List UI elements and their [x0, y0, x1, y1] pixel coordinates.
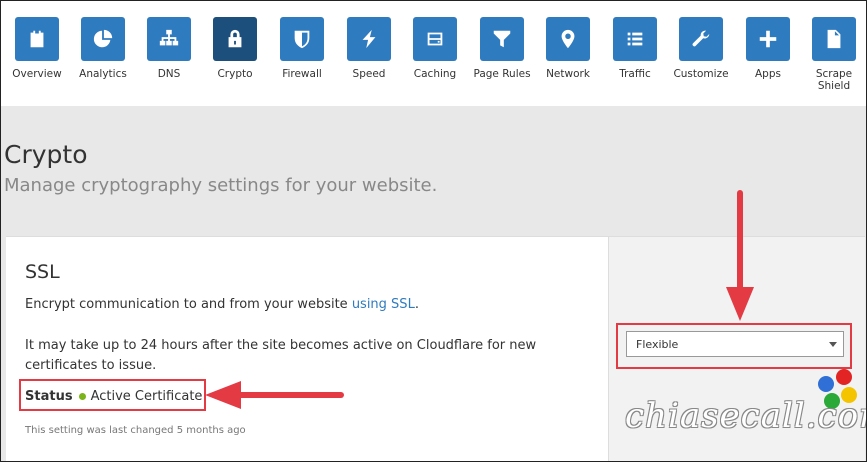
plus-icon: [746, 17, 790, 61]
shield-icon: [280, 17, 324, 61]
network-tree-icon: [147, 17, 191, 61]
nav-label: Network: [546, 68, 590, 80]
nav-item-apps[interactable]: Apps: [735, 17, 801, 80]
screenshot-frame: Overview Analytics DNS Crypto Firewall S…: [0, 0, 867, 462]
status-label: Status: [25, 389, 73, 404]
nav-label: Overview: [12, 68, 62, 80]
ssl-mode-value: Flexible: [636, 337, 679, 351]
status-dot-icon: [78, 393, 86, 400]
nav-label: Caching: [413, 68, 457, 80]
last-changed-text: This setting was last changed 5 months a…: [25, 425, 246, 436]
nav-item-network[interactable]: Network: [535, 17, 601, 80]
nav-item-traffic[interactable]: Traffic: [602, 17, 668, 80]
page-title: Crypto: [4, 140, 88, 169]
list-icon: [613, 17, 657, 61]
nav-label: Customize: [673, 68, 729, 80]
nav-item-speed[interactable]: Speed: [336, 17, 402, 80]
nav-label: Scrape Shield: [815, 68, 853, 92]
arrow-down-annotation-icon: [726, 190, 754, 321]
hard-drive-icon: [413, 17, 457, 61]
nav-item-dns[interactable]: DNS: [136, 17, 202, 80]
watermark-blue-dot-icon: [818, 376, 834, 392]
watermark-red-dot-icon: [836, 369, 852, 385]
nav-item-firewall[interactable]: Firewall: [269, 17, 335, 80]
caret-down-icon: [829, 342, 837, 347]
clipboard-icon: [15, 17, 59, 61]
map-pin-icon: [546, 17, 590, 61]
using-ssl-link[interactable]: using SSL: [352, 297, 415, 312]
wrench-icon: [679, 17, 723, 61]
nav-item-scrape-shield[interactable]: Scrape Shield: [801, 17, 866, 92]
nav-item-analytics[interactable]: Analytics: [70, 17, 136, 80]
status-value: Active Certificate: [90, 389, 203, 404]
ssl-description: Encrypt communication to and from your w…: [25, 297, 419, 312]
nav-label: Speed: [352, 68, 386, 80]
nav-label: Apps: [755, 68, 781, 80]
filter-icon: [480, 17, 524, 61]
nav-item-page-rules[interactable]: Page Rules: [469, 17, 535, 80]
nav-label: Firewall: [282, 68, 322, 80]
watermark-text: chiasecall.com: [625, 396, 867, 436]
nav-label: Traffic: [619, 68, 651, 80]
nav-item-crypto[interactable]: Crypto: [202, 17, 268, 80]
nav-label: DNS: [157, 68, 181, 80]
nav-item-customize[interactable]: Customize: [668, 17, 734, 80]
nav-label: Crypto: [217, 68, 253, 80]
page-subtitle: Manage cryptography settings for your we…: [4, 175, 438, 196]
nav-label: Page Rules: [473, 68, 531, 80]
arrow-left-annotation-icon: [205, 381, 344, 409]
ssl-card-body: SSL Encrypt communication to and from yo…: [6, 237, 609, 461]
nav-item-overview[interactable]: Overview: [4, 17, 70, 80]
ssl-note: It may take up to 24 hours after the sit…: [25, 338, 537, 373]
lightning-icon: [347, 17, 391, 61]
lock-icon: [213, 17, 257, 61]
nav-label: Analytics: [79, 68, 127, 80]
status-row: Status Active Certificate: [25, 389, 202, 404]
document-icon: [812, 17, 856, 61]
ssl-description-end: .: [414, 297, 419, 312]
ssl-description-text: Encrypt communication to and from your w…: [25, 297, 352, 312]
top-nav: Overview Analytics DNS Crypto Firewall S…: [1, 1, 866, 106]
ssl-title: SSL: [25, 261, 60, 283]
pie-chart-icon: [81, 17, 125, 61]
ssl-mode-select[interactable]: Flexible: [626, 331, 844, 357]
nav-item-caching[interactable]: Caching: [402, 17, 468, 80]
